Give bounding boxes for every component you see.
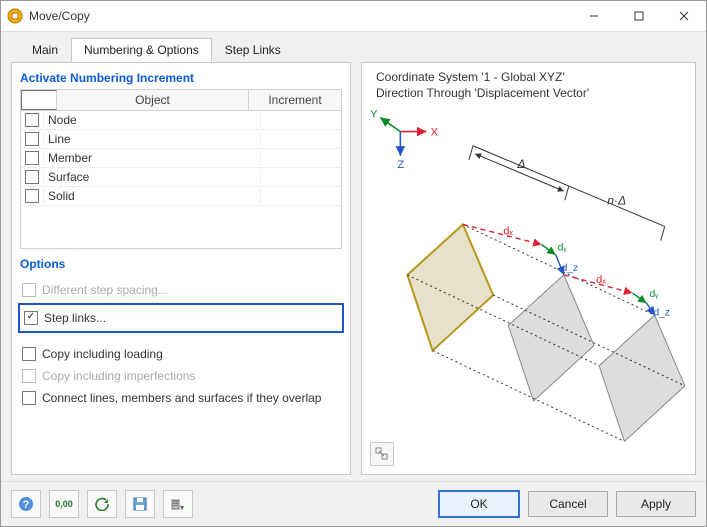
titlebar: Move/Copy	[1, 1, 706, 32]
spacer	[22, 335, 340, 343]
row-label: Surface	[44, 170, 261, 184]
minimize-button[interactable]	[571, 1, 616, 31]
left-panel: Activate Numbering Increment Object Incr…	[11, 62, 351, 475]
checkbox-copy-imperfections	[22, 369, 36, 383]
row-checkbox-node[interactable]	[25, 113, 39, 127]
row-label: Line	[44, 132, 261, 146]
table-row[interactable]: Node	[21, 111, 341, 130]
option-step-links-highlight: Step links...	[18, 303, 344, 333]
refresh-button[interactable]	[87, 490, 117, 518]
option-step-links[interactable]: Step links...	[24, 307, 338, 329]
dz-label-1: d_z	[562, 263, 578, 274]
axis-z-label: Z	[397, 159, 404, 171]
content-area: Activate Numbering Increment Object Incr…	[1, 62, 706, 481]
option-connect-overlap[interactable]: Connect lines, members and surfaces if t…	[22, 387, 340, 409]
table-header: Object Increment	[21, 90, 341, 111]
decimals-button[interactable]: 0,00	[49, 490, 79, 518]
header-check	[21, 90, 57, 110]
dy-label-1: dᵧ	[558, 243, 568, 254]
axis-y-label: Y	[370, 108, 378, 120]
window-buttons	[571, 1, 706, 31]
options-section-title: Options	[12, 249, 350, 275]
numbering-table: Object Increment Node Line Member	[20, 89, 342, 249]
dz-label-2: d_z	[654, 307, 670, 318]
footer: ? 0,00 OK Cancel Apply	[1, 481, 706, 526]
option-label: Copy including imperfections	[42, 369, 195, 383]
option-label: Connect lines, members and surfaces if t…	[42, 391, 321, 405]
help-button[interactable]: ?	[11, 490, 41, 518]
option-label: Step links...	[44, 311, 106, 325]
dx-label-2: dₓ	[596, 274, 606, 286]
dialog-window: Move/Copy Main Numbering & Options Step …	[0, 0, 707, 527]
option-label: Different step spacing...	[42, 283, 168, 297]
header-increment: Increment	[249, 90, 341, 110]
displacement-diagram: X Y Z Δ n·Δ	[362, 63, 695, 467]
dim-ndelta: n·Δ	[607, 193, 626, 207]
table-row[interactable]: Member	[21, 149, 341, 168]
option-label: Copy including loading	[42, 347, 163, 361]
window-title: Move/Copy	[29, 9, 571, 23]
row-label: Node	[44, 113, 261, 127]
svg-text:?: ?	[23, 499, 30, 511]
options-group: Different step spacing... Step links... …	[12, 275, 350, 419]
row-label: Solid	[44, 189, 261, 203]
table-row[interactable]: Line	[21, 130, 341, 149]
load-button[interactable]	[163, 490, 193, 518]
axis-x-label: X	[431, 127, 439, 139]
row-label: Member	[44, 151, 261, 165]
right-panel: Coordinate System '1 - Global XYZ' Direc…	[361, 62, 696, 475]
ok-button[interactable]: OK	[438, 490, 520, 518]
checkbox-step-links[interactable]	[24, 311, 38, 325]
row-checkbox-line[interactable]	[25, 132, 39, 146]
option-copy-imperfections: Copy including imperfections	[22, 365, 340, 387]
dim-delta: Δ	[516, 157, 525, 171]
option-different-step-spacing: Different step spacing...	[22, 279, 340, 301]
row-checkbox-solid[interactable]	[25, 189, 39, 203]
header-object: Object	[57, 90, 249, 110]
row-checkbox-member[interactable]	[25, 151, 39, 165]
table-row[interactable]: Solid	[21, 187, 341, 206]
table-padding	[21, 206, 341, 248]
option-copy-loading[interactable]: Copy including loading	[22, 343, 340, 365]
tab-main[interactable]: Main	[19, 38, 71, 62]
save-button[interactable]	[125, 490, 155, 518]
maximize-button[interactable]	[616, 1, 661, 31]
app-icon	[7, 8, 23, 24]
dx-label-1: dₓ	[503, 226, 513, 238]
tab-bar: Main Numbering & Options Step Links	[1, 32, 706, 62]
checkbox-connect-overlap[interactable]	[22, 391, 36, 405]
dy-label-2: dᵧ	[650, 289, 660, 300]
tab-numbering-options[interactable]: Numbering & Options	[71, 38, 212, 62]
cancel-button[interactable]: Cancel	[528, 491, 608, 517]
diagram-tool-button[interactable]	[370, 442, 394, 466]
checkbox-copy-loading[interactable]	[22, 347, 36, 361]
apply-button[interactable]: Apply	[616, 491, 696, 517]
table-row[interactable]: Surface	[21, 168, 341, 187]
numbering-section-title: Activate Numbering Increment	[12, 63, 350, 89]
close-button[interactable]	[661, 1, 706, 31]
checkbox-different-step-spacing	[22, 283, 36, 297]
tab-step-links[interactable]: Step Links	[212, 38, 294, 62]
row-checkbox-surface[interactable]	[25, 170, 39, 184]
